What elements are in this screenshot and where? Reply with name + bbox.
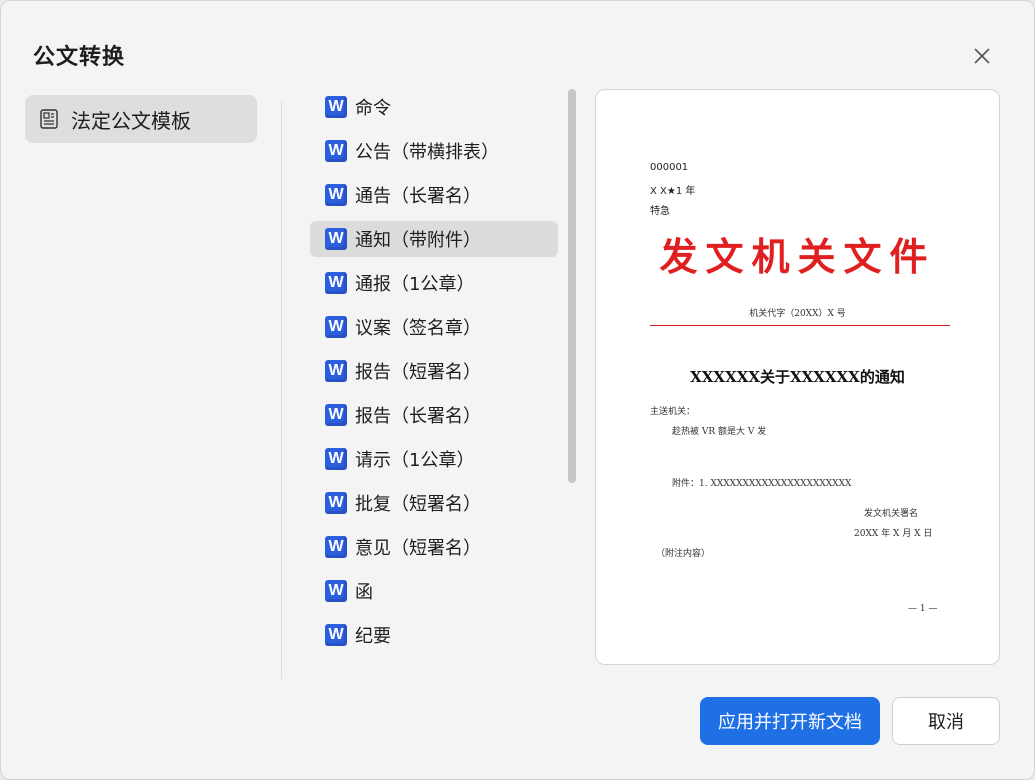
word-icon: W — [325, 492, 347, 514]
template-item[interactable]: W 纪要 — [310, 617, 558, 653]
template-item[interactable]: W 议案（签名章） — [310, 309, 558, 345]
template-item[interactable]: W 公告（带横排表） — [310, 133, 558, 169]
close-icon — [974, 48, 990, 64]
document-preview: 000001 X X★1 年 特急 发文机关文件 机关代字（20XX）X 号 X… — [595, 89, 1000, 665]
preview-page-number: — 1 — — [908, 604, 938, 614]
cancel-button[interactable]: 取消 — [892, 697, 1000, 745]
template-label: 议案（签名章） — [355, 318, 481, 339]
word-icon: W — [325, 404, 347, 426]
template-item[interactable]: W 批复（短署名） — [310, 485, 558, 521]
preview-date: 20XX 年 X 月 X 日 — [854, 529, 933, 539]
category-legal-templates[interactable]: 法定公文模板 — [25, 95, 257, 143]
document-template-icon — [37, 107, 61, 131]
word-icon: W — [325, 536, 347, 558]
template-label: 函 — [355, 582, 373, 603]
template-item[interactable]: W 意见（短署名） — [310, 529, 558, 565]
word-icon: W — [325, 96, 347, 118]
template-label: 公告（带横排表） — [355, 142, 499, 163]
close-button[interactable] — [965, 39, 999, 73]
template-label: 请示（1公章） — [355, 450, 475, 471]
word-icon: W — [325, 624, 347, 646]
template-label: 纪要 — [355, 626, 391, 647]
word-icon: W — [325, 140, 347, 162]
preview-attachment: 附件：1. XXXXXXXXXXXXXXXXXXXXXX — [672, 479, 852, 489]
template-label: 命令 — [355, 98, 391, 119]
template-label: 通告（长署名） — [355, 186, 481, 207]
panel-divider — [281, 101, 282, 679]
word-icon: W — [325, 360, 347, 382]
preview-signature: 发文机关署名 — [864, 509, 919, 519]
preview-recipient: 主送机关： — [650, 407, 696, 417]
apply-open-button[interactable]: 应用并打开新文档 — [700, 697, 880, 745]
preview-serial: 000001 — [650, 162, 689, 173]
preview-issuer: 发文机关文件 — [659, 234, 936, 279]
template-item[interactable]: W 报告（长署名） — [310, 397, 558, 433]
preview-doc-title: XXXXXX关于XXXXXX的通知 — [690, 368, 905, 386]
word-icon: W — [325, 316, 347, 338]
template-item[interactable]: W 报告（短署名） — [310, 353, 558, 389]
document-conversion-dialog: 公文转换 法定公文模板 W 命令 W 公告（带横排表） W 通告（长署名） W 通知（带… — [0, 0, 1035, 780]
template-item[interactable]: W 通报（1公章） — [310, 265, 558, 301]
template-item[interactable]: W 命令 — [310, 89, 558, 125]
template-label: 通报（1公章） — [355, 274, 475, 295]
word-icon: W — [325, 580, 347, 602]
preview-urgency: 特急 — [650, 206, 670, 217]
template-label: 意见（短署名） — [355, 538, 481, 559]
preview-secret-level: X X★1 年 — [650, 186, 696, 197]
template-list-scrollbar[interactable] — [568, 89, 576, 483]
template-item[interactable]: W函 — [310, 573, 558, 609]
preview-body: 趁热被 VR 额是大 V 发 — [672, 427, 767, 437]
word-icon: W — [325, 228, 347, 250]
template-item[interactable]: W 请示（1公章） — [310, 441, 558, 477]
preview-note: （附注内容） — [656, 549, 711, 559]
category-label: 法定公文模板 — [71, 108, 191, 133]
word-icon: W — [325, 184, 347, 206]
template-label: 批复（短署名） — [355, 494, 481, 515]
dialog-title: 公文转换 — [33, 45, 126, 70]
preview-red-divider — [650, 325, 950, 326]
template-item[interactable]: W 通告（长署名） — [310, 177, 558, 213]
word-icon: W — [325, 448, 347, 470]
template-label: 通知（带附件） — [355, 230, 481, 251]
template-list: W 命令 W 公告（带横排表） W 通告（长署名） W 通知（带附件） W 通报（1公章）… — [310, 89, 558, 661]
template-label: 报告（短署名） — [355, 362, 481, 383]
preview-doc-number: 机关代字（20XX）X 号 — [749, 309, 846, 319]
word-icon: W — [325, 272, 347, 294]
template-label: 报告（长署名） — [355, 406, 481, 427]
template-item-selected[interactable]: W 通知（带附件） — [310, 221, 558, 257]
